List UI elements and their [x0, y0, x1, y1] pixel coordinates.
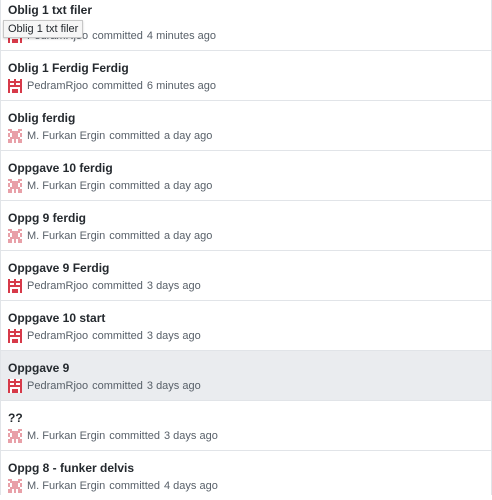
commit-verb: committed: [109, 230, 160, 242]
commit-verb: committed: [92, 380, 143, 392]
commit-verb: committed: [92, 80, 143, 92]
commit-verb: committed: [109, 180, 160, 192]
commit-title[interactable]: Oblig 1 txt filer: [8, 3, 92, 17]
commit-verb: committed: [92, 330, 143, 342]
commit-author[interactable]: M. Furkan Ergin: [27, 180, 105, 192]
furkan-avatar-icon[interactable]: [8, 479, 22, 493]
commit-author[interactable]: PedramRjoo: [27, 280, 88, 292]
commit-row[interactable]: Oppgave 10 ferdig M. Furkan Ergin commit…: [1, 150, 491, 200]
commit-title[interactable]: Oblig 1 Ferdig Ferdig: [8, 61, 129, 75]
commit-meta: M. Furkan Ergin committed 4 days ago: [8, 478, 218, 494]
commit-title[interactable]: Oppgave 10 ferdig: [8, 161, 113, 175]
commit-author[interactable]: PedramRjoo: [27, 330, 88, 342]
commit-author[interactable]: PedramRjoo: [27, 380, 88, 392]
commit-verb: committed: [109, 430, 160, 442]
commit-time: 4 days ago: [164, 480, 218, 492]
commit-meta: M. Furkan Ergin committed a day ago: [8, 178, 212, 194]
pedram-avatar-icon[interactable]: [8, 279, 22, 293]
commit-meta: PedramRjoo committed 3 days ago: [8, 378, 201, 394]
title-tooltip: Oblig 1 txt filer: [3, 20, 84, 38]
commit-row[interactable]: Oblig 1 Ferdig Ferdig PedramRjoo committ…: [1, 50, 491, 100]
commit-row[interactable]: Oblig ferdig M. Furkan Ergin committed a…: [1, 100, 491, 150]
commit-title[interactable]: Oppg 8 - funker delvis: [8, 461, 134, 475]
furkan-avatar-icon[interactable]: [8, 229, 22, 243]
commit-time: a day ago: [164, 230, 213, 242]
commit-meta: PedramRjoo committed 3 days ago: [8, 328, 201, 344]
commit-meta: PedramRjoo committed 6 minutes ago: [8, 78, 216, 94]
commit-title[interactable]: Oppgave 9: [8, 361, 69, 375]
commit-time: 3 days ago: [146, 380, 201, 392]
commit-author[interactable]: M. Furkan Ergin: [27, 130, 105, 142]
commit-meta: PedramRjoo committed 3 days ago: [8, 278, 201, 294]
pedram-avatar-icon[interactable]: [8, 379, 22, 393]
commit-meta: M. Furkan Ergin committed a day ago: [8, 128, 212, 144]
commit-title[interactable]: Oppgave 9 Ferdig: [8, 261, 109, 275]
furkan-avatar-icon[interactable]: [8, 179, 22, 193]
commit-row[interactable]: Oppg 8 - funker delvis M. Furkan Ergin c…: [1, 450, 491, 500]
commit-row[interactable]: ?? M. Furkan Ergin committed 3 days ago: [1, 400, 491, 450]
furkan-avatar-icon[interactable]: [8, 129, 22, 143]
commit-time: a day ago: [164, 180, 213, 192]
commit-time: 4 minutes ago: [146, 30, 216, 42]
commit-list: Oblig 1 txt filer PedramRjoo committed 4…: [0, 0, 492, 500]
commit-time: 3 days ago: [164, 430, 218, 442]
commit-row[interactable]: Oppgave 9 Ferdig PedramRjoo committed 3 …: [1, 250, 491, 300]
commit-row[interactable]: Oppg 9 ferdig M. Furkan Ergin committed …: [1, 200, 491, 250]
commit-time: 3 days ago: [146, 280, 201, 292]
commit-verb: committed: [109, 130, 160, 142]
commit-author[interactable]: M. Furkan Ergin: [27, 230, 105, 242]
commit-author[interactable]: PedramRjoo: [27, 80, 88, 92]
commit-title[interactable]: Oblig ferdig: [8, 111, 75, 125]
commit-time: 6 minutes ago: [146, 80, 216, 92]
commit-meta: M. Furkan Ergin committed a day ago: [8, 228, 212, 244]
commit-time: a day ago: [164, 130, 213, 142]
commit-verb: committed: [92, 280, 143, 292]
pedram-avatar-icon[interactable]: [8, 329, 22, 343]
commit-author[interactable]: M. Furkan Ergin: [27, 430, 105, 442]
commit-verb: committed: [109, 480, 160, 492]
commit-meta: M. Furkan Ergin committed 3 days ago: [8, 428, 218, 444]
commit-title[interactable]: Oppg 9 ferdig: [8, 211, 86, 225]
commit-author[interactable]: M. Furkan Ergin: [27, 480, 105, 492]
furkan-avatar-icon[interactable]: [8, 429, 22, 443]
commit-row[interactable]: Oppgave 10 start PedramRjoo committed 3 …: [1, 300, 491, 350]
pedram-avatar-icon[interactable]: [8, 79, 22, 93]
commit-verb: committed: [92, 30, 143, 42]
commit-title[interactable]: Oppgave 10 start: [8, 311, 105, 325]
commit-title[interactable]: ??: [8, 411, 23, 425]
commit-time: 3 days ago: [146, 330, 201, 342]
commit-row-selected[interactable]: Oppgave 9 PedramRjoo committed 3 days ag…: [1, 350, 491, 400]
